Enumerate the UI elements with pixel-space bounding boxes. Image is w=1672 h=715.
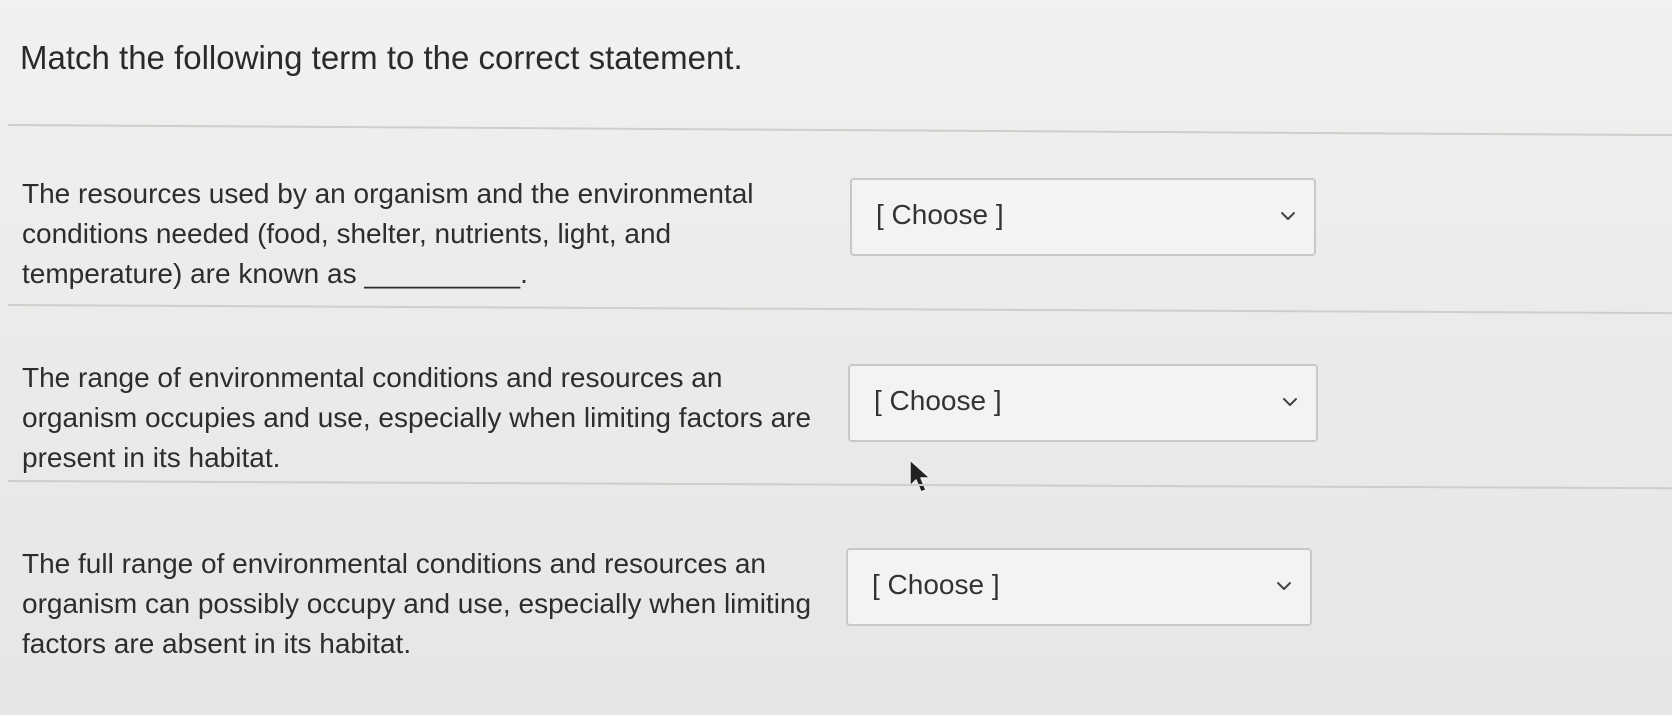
select-value-2: [ Choose ] xyxy=(874,385,1002,416)
statement-1: The resources used by an organism and th… xyxy=(22,178,754,289)
select-value-1: [ Choose ] xyxy=(876,199,1004,230)
answer-select-1[interactable]: [ Choose ] xyxy=(850,178,1316,256)
statement-3: The full range of environmental conditio… xyxy=(22,548,812,659)
select-value-3: [ Choose ] xyxy=(872,569,1000,600)
chevron-down-icon xyxy=(1274,576,1294,596)
quiz-page: Match the following term to the correct … xyxy=(0,0,1672,715)
chevron-down-icon xyxy=(1280,392,1300,412)
question-instruction: Match the following term to the correct … xyxy=(20,39,743,76)
chevron-down-icon xyxy=(1278,206,1298,226)
divider xyxy=(7,480,1672,490)
answer-select-3[interactable]: [ Choose ] xyxy=(846,548,1312,626)
answer-select-2[interactable]: [ Choose ] xyxy=(848,364,1318,442)
statement-2: The range of environmental conditions an… xyxy=(22,362,812,473)
divider xyxy=(7,124,1672,137)
mouse-cursor-icon xyxy=(908,458,934,496)
divider xyxy=(7,304,1672,315)
